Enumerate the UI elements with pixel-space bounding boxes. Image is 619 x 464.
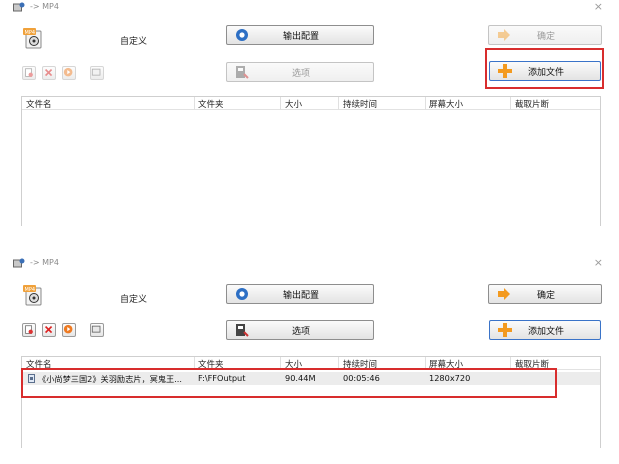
col-folder[interactable]: 文件夹 (198, 98, 224, 110)
highlight-box (21, 368, 557, 398)
play-icon (63, 67, 73, 77)
close-icon[interactable]: × (594, 256, 603, 269)
title-bar: -> MP4 × (0, 256, 619, 272)
output-config-icon (236, 29, 248, 41)
add-file-label: 添加文件 (527, 67, 564, 78)
output-config-button[interactable]: 输出配置 (226, 284, 374, 304)
remove-file-button[interactable] (22, 66, 36, 80)
ok-button[interactable]: 确定 (488, 284, 602, 304)
remove-file-icon (25, 325, 33, 334)
list-header: 文件名 文件夹 大小 持续时间 屏幕大小 截取片断 (22, 96, 600, 110)
col-clip[interactable]: 截取片断 (515, 98, 549, 110)
ok-arrow-icon (498, 29, 510, 41)
options-icon (236, 66, 249, 79)
preview-icon (91, 325, 101, 333)
window-title: -> MP4 (30, 258, 59, 267)
app-icon (13, 2, 25, 12)
play-icon (63, 324, 73, 334)
add-file-button[interactable]: 添加文件 (489, 320, 601, 340)
remove-file-icon (25, 68, 33, 77)
add-plus-icon (498, 323, 512, 337)
col-duration[interactable]: 持续时间 (343, 98, 377, 110)
play-button[interactable] (62, 323, 76, 337)
mp4-file-icon: MP4 (23, 28, 42, 49)
col-screen-size[interactable]: 屏幕大小 (429, 98, 463, 110)
play-button[interactable] (62, 66, 76, 80)
mp4-file-icon: MP4 (23, 285, 42, 306)
preview-button[interactable] (90, 66, 104, 80)
ok-arrow-icon (498, 288, 510, 300)
remove-file-button[interactable] (22, 323, 36, 337)
output-config-button[interactable]: 输出配置 (226, 25, 374, 45)
col-file-name[interactable]: 文件名 (26, 98, 52, 110)
preset-label: 自定义 (120, 295, 148, 305)
preset-label: 自定义 (120, 37, 148, 47)
delete-button[interactable] (42, 66, 56, 80)
col-size[interactable]: 大小 (285, 98, 302, 110)
options-icon (236, 324, 249, 337)
ok-label: 确定 (536, 31, 555, 42)
delete-icon (44, 68, 53, 77)
preview-button[interactable] (90, 323, 104, 337)
window-after: -> MP4 × MP4 自定义 输出配置 确定 选项 添加文件 文件名 文件夹… (0, 256, 619, 456)
svg-text:MP4: MP4 (25, 30, 36, 36)
svg-text:MP4: MP4 (25, 287, 36, 293)
app-icon (13, 258, 25, 268)
output-config-label: 输出配置 (282, 31, 319, 42)
options-label: 选项 (291, 326, 310, 337)
add-plus-icon (498, 64, 512, 78)
options-button[interactable]: 选项 (226, 62, 374, 82)
preview-icon (91, 68, 101, 76)
close-icon[interactable]: × (594, 0, 603, 13)
title-bar: -> MP4 × (0, 0, 619, 16)
window-before: -> MP4 × MP4 自定义 输出配置 确定 选项 添加文件 文件名 文件夹… (0, 0, 619, 226)
options-label: 选项 (291, 68, 310, 79)
window-title: -> MP4 (30, 2, 59, 11)
delete-icon (44, 325, 53, 334)
file-list[interactable]: 文件名 文件夹 大小 持续时间 屏幕大小 截取片断 (21, 96, 601, 226)
ok-button[interactable]: 确定 (488, 25, 602, 45)
options-button[interactable]: 选项 (226, 320, 374, 340)
add-file-label: 添加文件 (527, 326, 564, 337)
add-file-button[interactable]: 添加文件 (489, 61, 601, 81)
delete-button[interactable] (42, 323, 56, 337)
output-config-label: 输出配置 (282, 290, 319, 301)
ok-label: 确定 (536, 290, 555, 301)
output-config-icon (236, 288, 248, 300)
